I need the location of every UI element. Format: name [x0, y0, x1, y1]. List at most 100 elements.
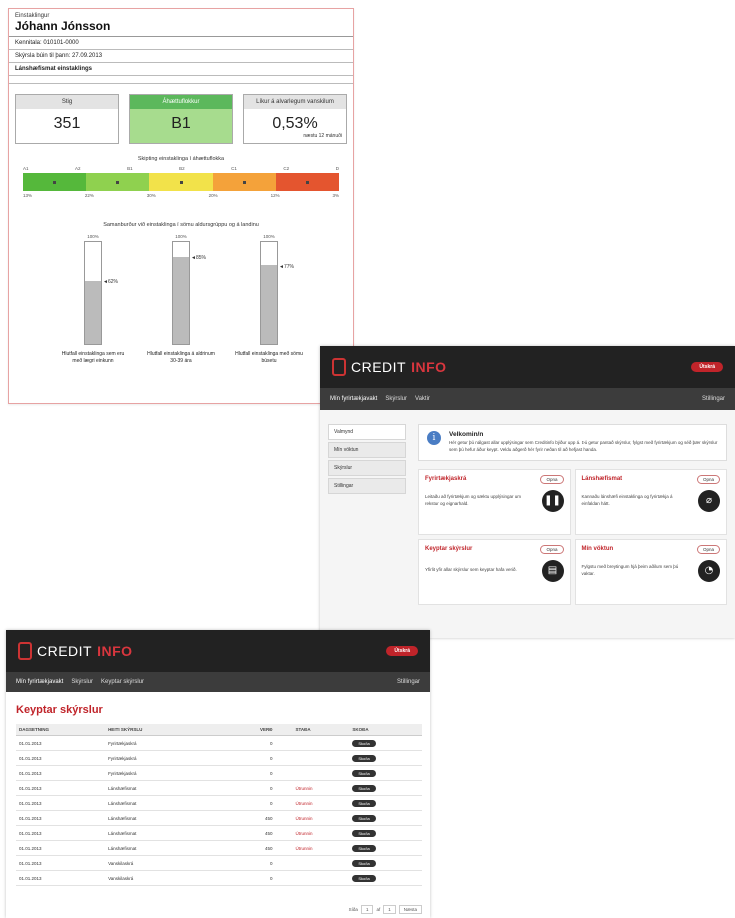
risk-percentage: 30% [146, 193, 156, 198]
nav-item[interactable]: Keyptar skýrslur [101, 679, 144, 685]
view-report-button[interactable]: Skoða [352, 739, 376, 747]
dashboard-window: CREDIT INFO Útskrá Mín fyrirtækjavakt Skýr… [320, 346, 735, 638]
gauge-value: ◄62% [103, 278, 118, 285]
cell-status [292, 735, 350, 751]
cell-report-name[interactable]: Fyrirtækjaskrá [105, 765, 205, 781]
cell-report-name[interactable]: Vanskilaskrá [105, 855, 205, 871]
report-line-id: Kennitala: 010101-0000 [9, 37, 353, 50]
pager-item[interactable]: 1 [383, 905, 396, 914]
table-row[interactable]: 01.01.2013 Fyrirtækjaskrá 0 Skoða [16, 750, 422, 766]
tile-content: Fylgstu með breytingum hjá þeim aðilum s… [581, 559, 720, 582]
risk-ticks: A1 A2 B1 B2 C1 C2 D [17, 166, 345, 171]
risk-percentages: 13% 22% 30% 20% 12% 3% [17, 193, 345, 198]
view-report-button[interactable]: Skoða [352, 784, 376, 792]
risk-tick-label: B2 [179, 166, 185, 171]
table-row[interactable]: 01.01.2013 Lánshæfismat 450 Útrunnin Skoða [16, 810, 422, 826]
tile-content: Yfirlit yfir allar skýrslur sem keyptar … [425, 559, 564, 582]
gauge-fill [173, 257, 189, 344]
welcome-text: Hér getur þú nálgast allar upplýsingar s… [449, 440, 718, 452]
pager-item: Síða [348, 907, 358, 912]
pager-item[interactable]: Næsta [398, 905, 422, 914]
view-report-button[interactable]: Skoða [352, 769, 376, 777]
nav-settings[interactable]: Stillingar [397, 679, 420, 685]
column-header[interactable]: DAGSETNING [16, 724, 106, 736]
side-menu-item[interactable]: Stillingar [328, 478, 406, 494]
logout-button[interactable]: Útskrá [691, 362, 723, 372]
tile-icon[interactable]: ❚❚ [541, 489, 564, 512]
view-report-button[interactable]: Skoða [352, 874, 376, 882]
column-header[interactable]: SKOÐA [349, 724, 422, 736]
table-row[interactable]: 01.01.2013 Vanskilaskrá 0 Skoða [16, 855, 422, 871]
side-menu-item[interactable]: Mín vöktun [328, 442, 406, 458]
cell-date: 01.01.2013 [16, 765, 106, 781]
table-row[interactable]: 01.01.2013 Lánshæfismat 0 Útrunnin Skoða [16, 795, 422, 811]
logout-button[interactable]: Útskrá [386, 646, 418, 656]
tile-open-button[interactable]: Opna [696, 544, 720, 554]
tile-open-button[interactable]: Opna [540, 474, 564, 484]
tile-title[interactable]: Lánshæfismat [582, 476, 623, 482]
tile-icon[interactable]: ▤ [541, 559, 564, 582]
cell-action: Skoða [349, 870, 422, 886]
cell-report-name[interactable]: Lánshæfismat [105, 795, 205, 811]
cell-date: 01.01.2013 [16, 735, 106, 751]
cell-report-name[interactable]: Fyrirtækjaskrá [105, 750, 205, 766]
tile-open-button[interactable]: Opna [540, 544, 564, 554]
nav-item[interactable]: Skýrslur [71, 679, 93, 685]
view-report-button[interactable]: Skoða [352, 814, 376, 822]
side-menu-item[interactable]: Valmynd [328, 424, 406, 440]
comparison-gauge: 100% ◄77% Hlutfall einstaklinga með sömu b… [234, 234, 304, 364]
cell-date: 01.01.2013 [16, 750, 106, 766]
cell-price: 0 [204, 765, 293, 781]
risk-percentage: 22% [84, 193, 94, 198]
view-report-button[interactable]: Skoða [352, 829, 376, 837]
view-report-button[interactable]: Skoða [352, 754, 376, 762]
default-probability-title: Líkur á alvarlegum vanskilum [244, 95, 346, 109]
tile-title[interactable]: Keyptar skýrslur [425, 546, 472, 552]
column-header[interactable]: STAÐA [292, 724, 350, 736]
risk-marker-icon [53, 180, 57, 184]
tile-icon[interactable]: ◔ [698, 559, 720, 582]
nav-item[interactable]: Mín fyrirtækjavakt [16, 679, 63, 685]
view-report-button[interactable]: Skoða [352, 799, 376, 807]
logo-mark-icon [18, 642, 32, 660]
cell-report-name[interactable]: Lánshæfismat [105, 780, 205, 796]
table-row[interactable]: 01.01.2013 Lánshæfismat 450 Útrunnin Skoða [16, 840, 422, 856]
gauge-top-label: 100% [87, 234, 99, 239]
cell-price: 0 [204, 855, 293, 871]
tile-title[interactable]: Mín vöktun [582, 546, 614, 552]
table-row[interactable]: 01.01.2013 Lánshæfismat 0 Útrunnin Skoða [16, 780, 422, 796]
pager-item[interactable]: 1 [360, 905, 374, 914]
top-bar: CREDIT INFO Útskrá [6, 630, 430, 672]
creditinfo-logo[interactable]: CREDIT INFO [332, 358, 447, 376]
cell-report-name[interactable]: Vanskilaskrá [105, 870, 205, 886]
nav-item[interactable]: Mín fyrirtækjavakt [330, 396, 377, 402]
tile-icon[interactable]: ⌀ [698, 489, 720, 512]
side-menu-item[interactable]: Skýrslur [328, 460, 406, 476]
cell-report-name[interactable]: Lánshæfismat [105, 825, 205, 841]
creditinfo-logo[interactable]: CREDIT INFO [18, 642, 133, 660]
nav-item[interactable]: Skýrslur [385, 396, 407, 402]
tile-text: Kannaðu lánshæfi einstaklinga og fyrirtæ… [581, 493, 673, 506]
view-report-button[interactable]: Skoða [352, 859, 376, 867]
nav-settings[interactable]: Stillingar [702, 396, 725, 402]
table-row[interactable]: 01.01.2013 Lánshæfismat 450 Útrunnin Skoða [16, 825, 422, 841]
table-row[interactable]: 01.01.2013 Vanskilaskrá 0 Skoða [16, 870, 422, 886]
risk-class-box: Áhættuflokkur B1 [129, 94, 233, 144]
view-report-button[interactable]: Skoða [352, 844, 376, 852]
cell-action: Skoða [349, 750, 422, 766]
column-header[interactable]: HEITI SKÝRSLU [105, 724, 205, 736]
cell-price: 450 [204, 825, 293, 841]
table-row[interactable]: 01.01.2013 Fyrirtækjaskrá 0 Skoða [16, 765, 422, 781]
table-row[interactable]: 01.01.2013 Fyrirtækjaskrá 0 Skoða [16, 735, 422, 751]
cell-report-name[interactable]: Fyrirtækjaskrá [105, 735, 205, 751]
tile-text: Fylgstu með breytingum hjá þeim aðilum s… [581, 563, 679, 576]
nav-item[interactable]: Vaktir [415, 396, 430, 402]
tile-open-button[interactable]: Opna [696, 474, 720, 484]
cell-report-name[interactable]: Lánshæfismat [105, 810, 205, 826]
cell-date: 01.01.2013 [16, 795, 106, 811]
cell-status: Útrunnin [292, 795, 350, 811]
cell-status: Útrunnin [292, 840, 350, 856]
cell-report-name[interactable]: Lánshæfismat [105, 840, 205, 856]
tile-title[interactable]: Fyrirtækjaskrá [425, 476, 466, 482]
column-header[interactable]: VERÐ [204, 724, 293, 736]
